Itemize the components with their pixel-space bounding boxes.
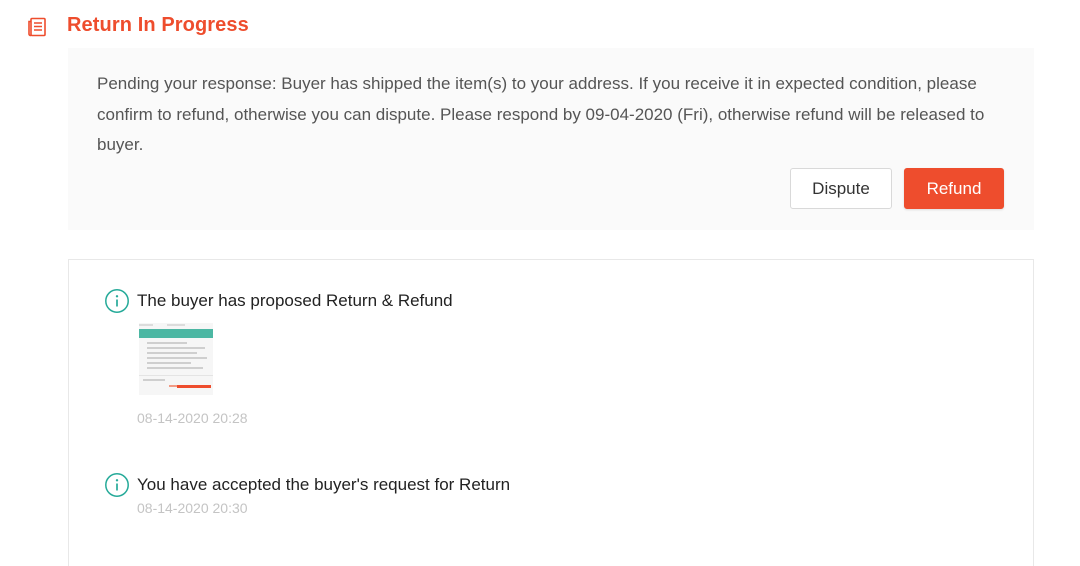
document-list-icon <box>26 16 48 38</box>
info-circle-icon <box>104 472 130 498</box>
event-timestamp: 08-14-2020 20:28 <box>137 410 248 426</box>
return-history-timeline: The buyer has proposed Return & Refund 0… <box>68 259 1034 566</box>
event-timestamp: 08-14-2020 20:30 <box>137 500 248 516</box>
page-title: Return In Progress <box>67 14 249 36</box>
notice-message: Pending your response: Buyer has shipped… <box>97 74 985 154</box>
event-title: You have accepted the buyer's request fo… <box>137 475 511 494</box>
return-status-page: Return In Progress Pending your response… <box>0 0 1080 566</box>
return-evidence-thumbnail[interactable] <box>139 323 213 395</box>
refund-button[interactable]: Refund <box>904 168 1004 209</box>
dispute-button[interactable]: Dispute <box>790 168 892 209</box>
info-circle-icon <box>104 288 130 314</box>
pending-response-notice: Pending your response: Buyer has shipped… <box>68 48 1034 230</box>
event-title: The buyer has proposed Return & Refund <box>137 291 453 310</box>
